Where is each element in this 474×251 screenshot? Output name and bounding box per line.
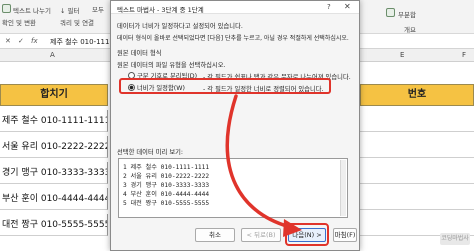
preview-row: 2 서울 유리 010-2222-2222: [123, 173, 210, 180]
finish-button[interactable]: 마침(F): [333, 228, 357, 242]
cancel-button[interactable]: 취소: [195, 228, 235, 242]
table-row[interactable]: 서울 유리 010-2222-2222: [0, 136, 108, 158]
table-row[interactable]: 대전 짱구 010-5555-5555: [0, 214, 108, 236]
table-cell-empty[interactable]: [360, 136, 474, 158]
ribbon-item-subtotal[interactable]: 부분합: [398, 9, 416, 19]
confirm-edit-icon[interactable]: ✓: [18, 37, 24, 45]
group-prompt: 원본 데이터의 파일 유형을 선택하십시오.: [117, 62, 226, 69]
table-row[interactable]: 경기 맹구 010-3333-3333: [0, 162, 108, 184]
back-button[interactable]: < 뒤로(B): [241, 228, 281, 242]
preview-label: 선택한 데이터 미리 보기:: [117, 149, 184, 156]
preview-row: 4 부산 훈이 010-4444-4444: [123, 191, 210, 198]
ribbon-item-transform[interactable]: 확인 및 변환: [2, 17, 36, 27]
close-icon[interactable]: ✕: [344, 2, 351, 11]
dialog-intro-1: 데이터가 너비가 일정하다고 설정되어 있습니다.: [117, 23, 243, 30]
preview-row: 5 대전 짱구 010-5555-5555: [123, 200, 210, 207]
text-to-columns-icon[interactable]: [2, 4, 11, 13]
help-icon[interactable]: ?: [327, 3, 331, 11]
preview-row: 3 경기 맹구 010-3333-3333: [123, 182, 210, 189]
cancel-edit-icon[interactable]: ✕: [5, 37, 11, 45]
table-cell-empty[interactable]: [360, 110, 474, 132]
table-row[interactable]: 제주 철수 010-1111-1111: [0, 110, 108, 132]
group-title: 원본 데이터 형식: [117, 50, 162, 57]
ribbon-item-text-to-columns[interactable]: 텍스트 나누기: [13, 5, 51, 15]
dialog-titlebar[interactable]: 텍스트 마법사 - 3단계 중 1단계 ? ✕: [111, 1, 359, 14]
preview-scrollbar[interactable]: [340, 160, 346, 216]
function-icon[interactable]: fx: [31, 37, 38, 45]
table-row[interactable]: 부산 훈이 010-4444-4444: [0, 188, 108, 210]
header-cell-number[interactable]: 번호: [360, 84, 474, 106]
column-header-a[interactable]: A: [50, 51, 55, 59]
header-cell-merge[interactable]: 합치기: [0, 84, 108, 106]
highlight-box: [119, 78, 331, 94]
text-import-wizard-dialog: 텍스트 마법사 - 3단계 중 1단계 ? ✕ 데이터가 너비가 일정하다고 설…: [110, 0, 360, 251]
ribbon-item-all[interactable]: 모두: [92, 4, 104, 14]
ribbon-item-filter[interactable]: ↓ 필터: [60, 5, 79, 15]
preview-row: 1 제주 철수 010-1111-1111: [123, 164, 210, 171]
next-button-highlight: [285, 223, 329, 246]
column-header-f[interactable]: F: [462, 51, 466, 59]
column-header-e[interactable]: E: [400, 51, 404, 59]
table-cell-empty[interactable]: [360, 188, 474, 210]
ribbon-item-queries[interactable]: 쿼리 및 연결: [60, 17, 94, 27]
data-preview[interactable]: 1 제주 철수 010-1111-1111 2 서울 유리 010-2222-2…: [118, 158, 348, 218]
ribbon-group-outline: 개요: [404, 26, 416, 34]
watermark-logo: 코딩마법사: [440, 233, 470, 245]
table-cell-empty[interactable]: [360, 162, 474, 184]
dialog-intro-2: 데이터 형식이 올바로 선택되었다면 [다음] 단추를 누르고, 아닐 경우 적…: [117, 35, 349, 42]
subtotal-icon[interactable]: [386, 8, 395, 17]
dialog-title: 텍스트 마법사 - 3단계 중 1단계: [117, 6, 204, 14]
